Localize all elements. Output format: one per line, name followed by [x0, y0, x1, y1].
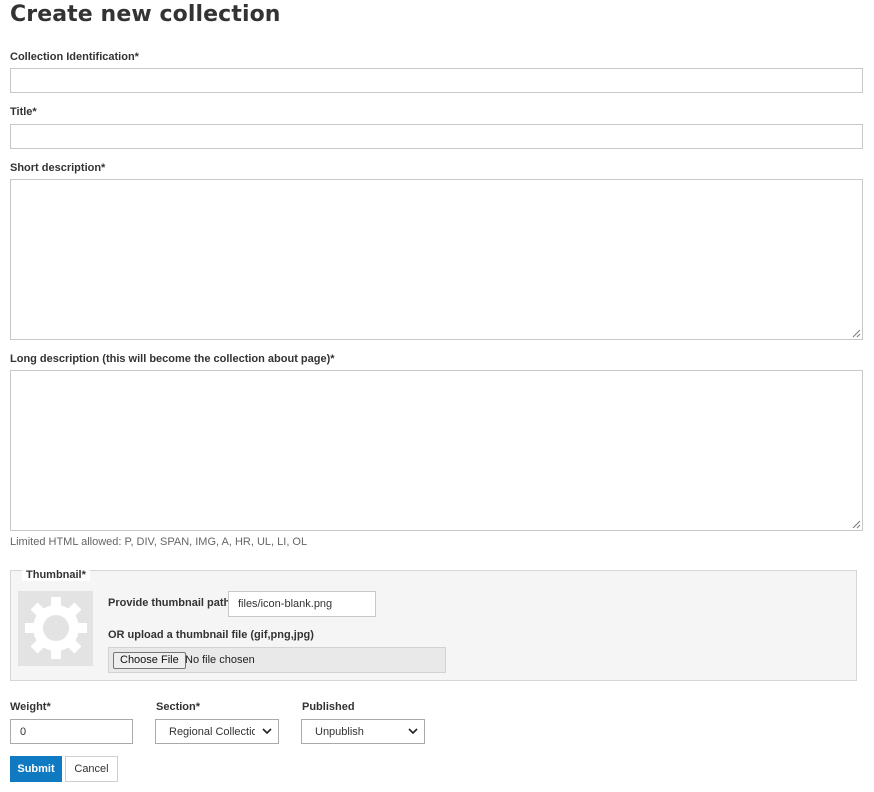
title-label: Title* [10, 106, 37, 118]
long-description-textarea[interactable] [10, 370, 863, 531]
short-description-textarea[interactable] [10, 179, 863, 340]
thumbnail-path-input[interactable]: files/icon-blank.png [228, 591, 376, 617]
long-description-label: Long description (this will become the c… [10, 353, 335, 365]
page-title: Create new collection [10, 2, 281, 27]
thumbnail-file-input[interactable]: Choose File No file chosen [108, 647, 446, 673]
chevron-down-icon [262, 728, 272, 735]
submit-button[interactable]: Submit [10, 756, 62, 782]
html-help-text: Limited HTML allowed: P, DIV, SPAN, IMG,… [10, 536, 308, 548]
short-description-label: Short description* [10, 162, 106, 174]
gear-icon [25, 597, 87, 659]
published-select[interactable]: Unpublish [301, 719, 425, 744]
section-selected-value: Regional Collections [169, 726, 255, 738]
file-status-text: No file chosen [185, 654, 255, 666]
weight-input[interactable]: 0 [10, 719, 133, 744]
weight-label: Weight* [10, 701, 51, 713]
thumbnail-path-label: Provide thumbnail path [108, 597, 231, 609]
collection-id-label: Collection Identification* [10, 51, 139, 63]
section-label: Section* [156, 701, 201, 713]
collection-id-input[interactable] [10, 68, 863, 93]
cancel-button[interactable]: Cancel [65, 756, 118, 782]
published-selected-value: Unpublish [315, 726, 364, 738]
published-label: Published [302, 701, 355, 713]
resize-grip-icon[interactable] [852, 520, 861, 529]
thumbnail-upload-label: OR upload a thumbnail file (gif,png,jpg) [108, 629, 314, 641]
thumbnail-legend: Thumbnail* [22, 569, 90, 581]
section-select[interactable]: Regional Collections [155, 719, 279, 744]
title-input[interactable] [10, 124, 863, 149]
thumbnail-preview [18, 591, 93, 666]
choose-file-button[interactable]: Choose File [113, 652, 186, 669]
chevron-down-icon [408, 728, 418, 735]
resize-grip-icon[interactable] [852, 329, 861, 338]
